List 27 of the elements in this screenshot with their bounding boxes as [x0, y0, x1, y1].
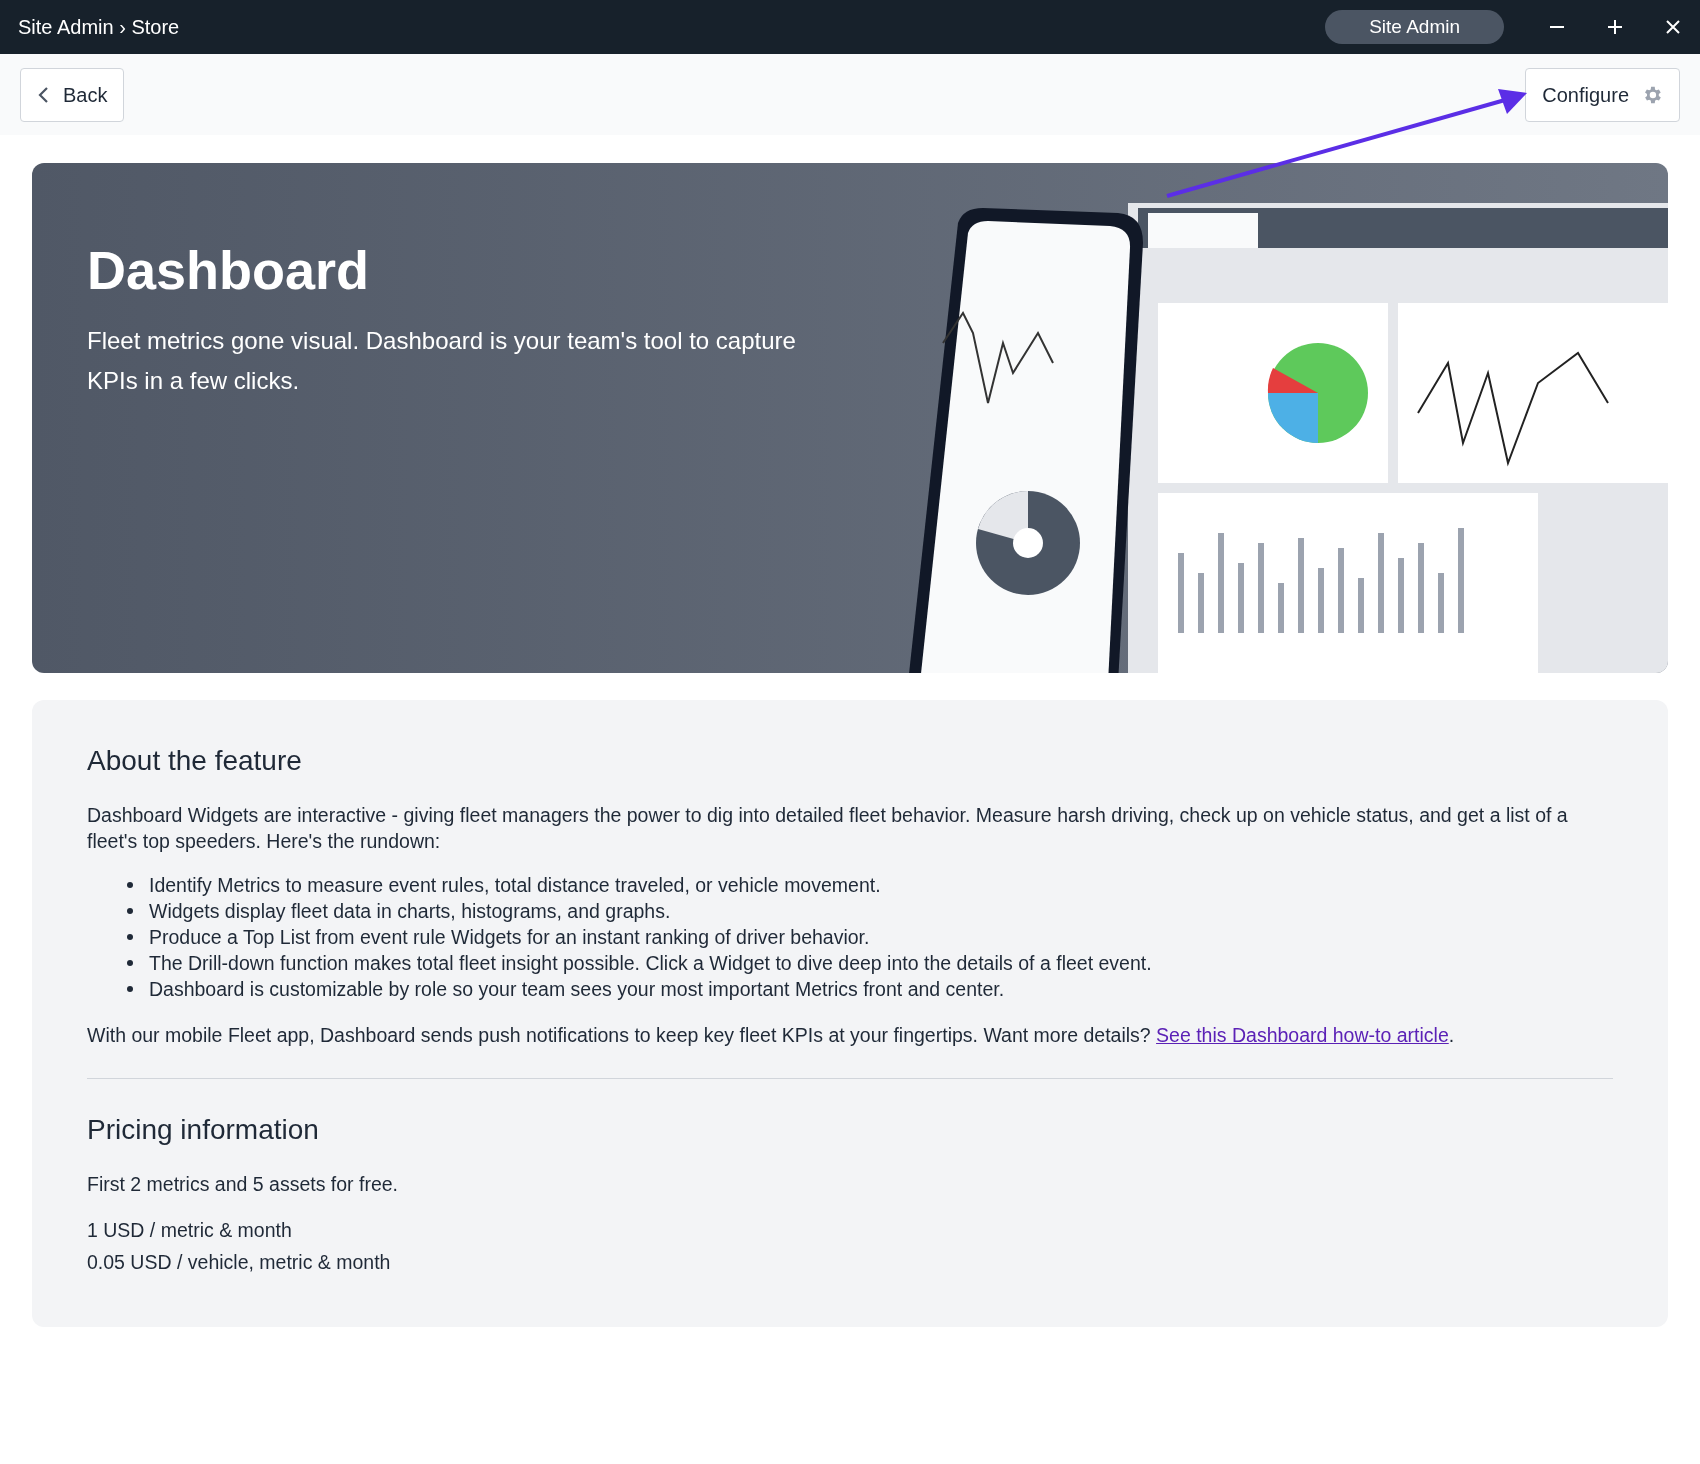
account-button[interactable]: Site Admin: [1325, 10, 1504, 44]
window-title: Site Admin › Store: [18, 15, 180, 40]
bullet-text: Produce a Top List from event rule Widgets for an instant ranking of driver behavior.: [149, 925, 870, 950]
back-button[interactable]: Back: [20, 67, 125, 122]
bullet-text: The Drill-down function makes total fleet insight possible. Click a Widget to dive deep into the details of a fleet event.: [149, 951, 1152, 976]
bullet-icon: [127, 934, 133, 940]
hero-title: Dashboard: [87, 243, 371, 297]
bullet-icon: [127, 960, 133, 966]
bullet-icon: [127, 986, 133, 992]
maximize-icon[interactable]: [1606, 18, 1624, 36]
chevron-left-icon: [37, 85, 51, 104]
pricing-text: First 2 metrics and 5 assets for free.: [87, 1172, 400, 1197]
section-heading: About the feature: [87, 744, 303, 778]
article-link[interactable]: See this Dashboard how-to article: [1156, 1024, 1449, 1046]
bullet-text: Identify Metrics to measure event rules, total distance traveled, or vehicle movement.: [149, 873, 881, 898]
closing-paragraph: With our mobile Fleet app, Dashboard sends push notifications to keep key fleet KPIs at your fingertips. Want more details? See this Dashboard how-to article.: [87, 1023, 1456, 1048]
bullet-text: Widgets display fleet data in charts, histograms, and graphs.: [149, 899, 671, 924]
pricing-text: 0.05 USD / vehicle, metric & month: [87, 1250, 392, 1275]
hero-description: Fleet metrics gone visual. Dashboard is your team's tool to capture KPIs in a few clicks.: [87, 326, 797, 396]
close-icon[interactable]: [1664, 18, 1682, 36]
section-heading: Pricing information: [87, 1113, 320, 1147]
bullet-text: Dashboard is customizable by role so your team sees your most important Metrics front and center.: [149, 977, 1005, 1002]
bullet-icon: [127, 882, 133, 888]
configure-button[interactable]: Configure: [1525, 67, 1680, 122]
bullet-icon: [127, 908, 133, 914]
pricing-text: 1 USD / metric & month: [87, 1218, 293, 1243]
intro-paragraph: Dashboard Widgets are interactive - giving fleet managers the power to dig into detailed fleet behavior. Measure harsh driving, check up on vehicle status, and get a list of a fleet's top speeders. Here's the rundown:: [87, 803, 1569, 854]
